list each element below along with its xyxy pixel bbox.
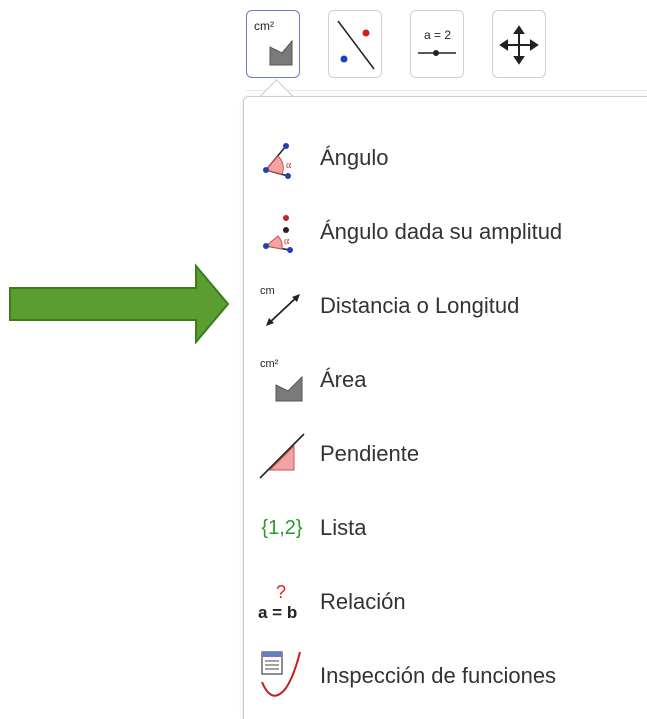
svg-text:α: α xyxy=(286,160,292,171)
menu-item-label: Inspección de funciones xyxy=(320,663,557,688)
menu-item-label: Relación xyxy=(320,589,406,614)
slope-icon xyxy=(259,433,305,479)
svg-text:α: α xyxy=(284,236,290,247)
menu-item-angle-given-size[interactable]: α Ángulo dada su amplitud xyxy=(244,195,647,269)
slider-tool-button[interactable]: a = 2 xyxy=(410,10,464,78)
menu-item-distance[interactable]: cm Distancia o Longitud xyxy=(244,269,647,343)
relation-icon-question: ? xyxy=(276,582,286,602)
menu-item-angle[interactable]: α Ángulo xyxy=(244,121,647,195)
relation-icon-equation: a = b xyxy=(258,603,297,622)
area-icon-caption: cm² xyxy=(260,358,279,370)
menu-item-label: Área xyxy=(320,367,367,392)
menu-item-list[interactable]: {1,2} Lista xyxy=(244,491,647,565)
distance-icon-caption: cm xyxy=(260,285,275,297)
area-icon-caption: cm² xyxy=(254,19,274,33)
function-inspector-icon xyxy=(261,651,301,697)
tool-dropdown-menu: α Ángulo α Ángulo dada su amplitud cm Di… xyxy=(243,96,647,719)
distance-icon: cm xyxy=(260,285,300,326)
menu-item-label: Ángulo xyxy=(320,145,389,170)
menu-item-relation[interactable]: ? a = b Relación xyxy=(244,565,647,639)
toolbar-divider xyxy=(246,90,647,91)
area-icon: cm² xyxy=(254,19,293,66)
move-arrows-icon xyxy=(499,25,539,65)
menu-item-label: Pendiente xyxy=(320,441,420,466)
move-graphics-tool-button[interactable] xyxy=(492,10,546,78)
line-points-tool-button[interactable] xyxy=(328,10,382,78)
area-tool-button[interactable]: cm² xyxy=(246,10,300,78)
green-pointer-arrow-icon xyxy=(9,263,230,344)
menu-item-label: Lista xyxy=(320,515,367,540)
angle-given-size-icon: α xyxy=(263,215,293,253)
angle-icon: α xyxy=(263,143,292,179)
menu-item-slope[interactable]: Pendiente xyxy=(244,417,647,491)
slider-icon-caption: a = 2 xyxy=(424,28,451,42)
menu-item-label: Distancia o Longitud xyxy=(320,293,520,318)
list-icon: {1,2} xyxy=(244,491,320,565)
menu-item-area[interactable]: cm² Área xyxy=(244,343,647,417)
relation-icon: ? a = b xyxy=(258,582,297,622)
menu-item-function-inspector[interactable]: Inspección de funciones xyxy=(244,639,647,713)
toolbar: cm² a = 2 xyxy=(246,10,647,91)
menu-item-label: Ángulo dada su amplitud xyxy=(320,219,563,244)
list-icon-caption: {1,2} xyxy=(261,516,303,539)
slider-icon: a = 2 xyxy=(418,28,456,56)
line-through-points-icon xyxy=(337,20,375,70)
area-icon: cm² xyxy=(260,358,303,402)
